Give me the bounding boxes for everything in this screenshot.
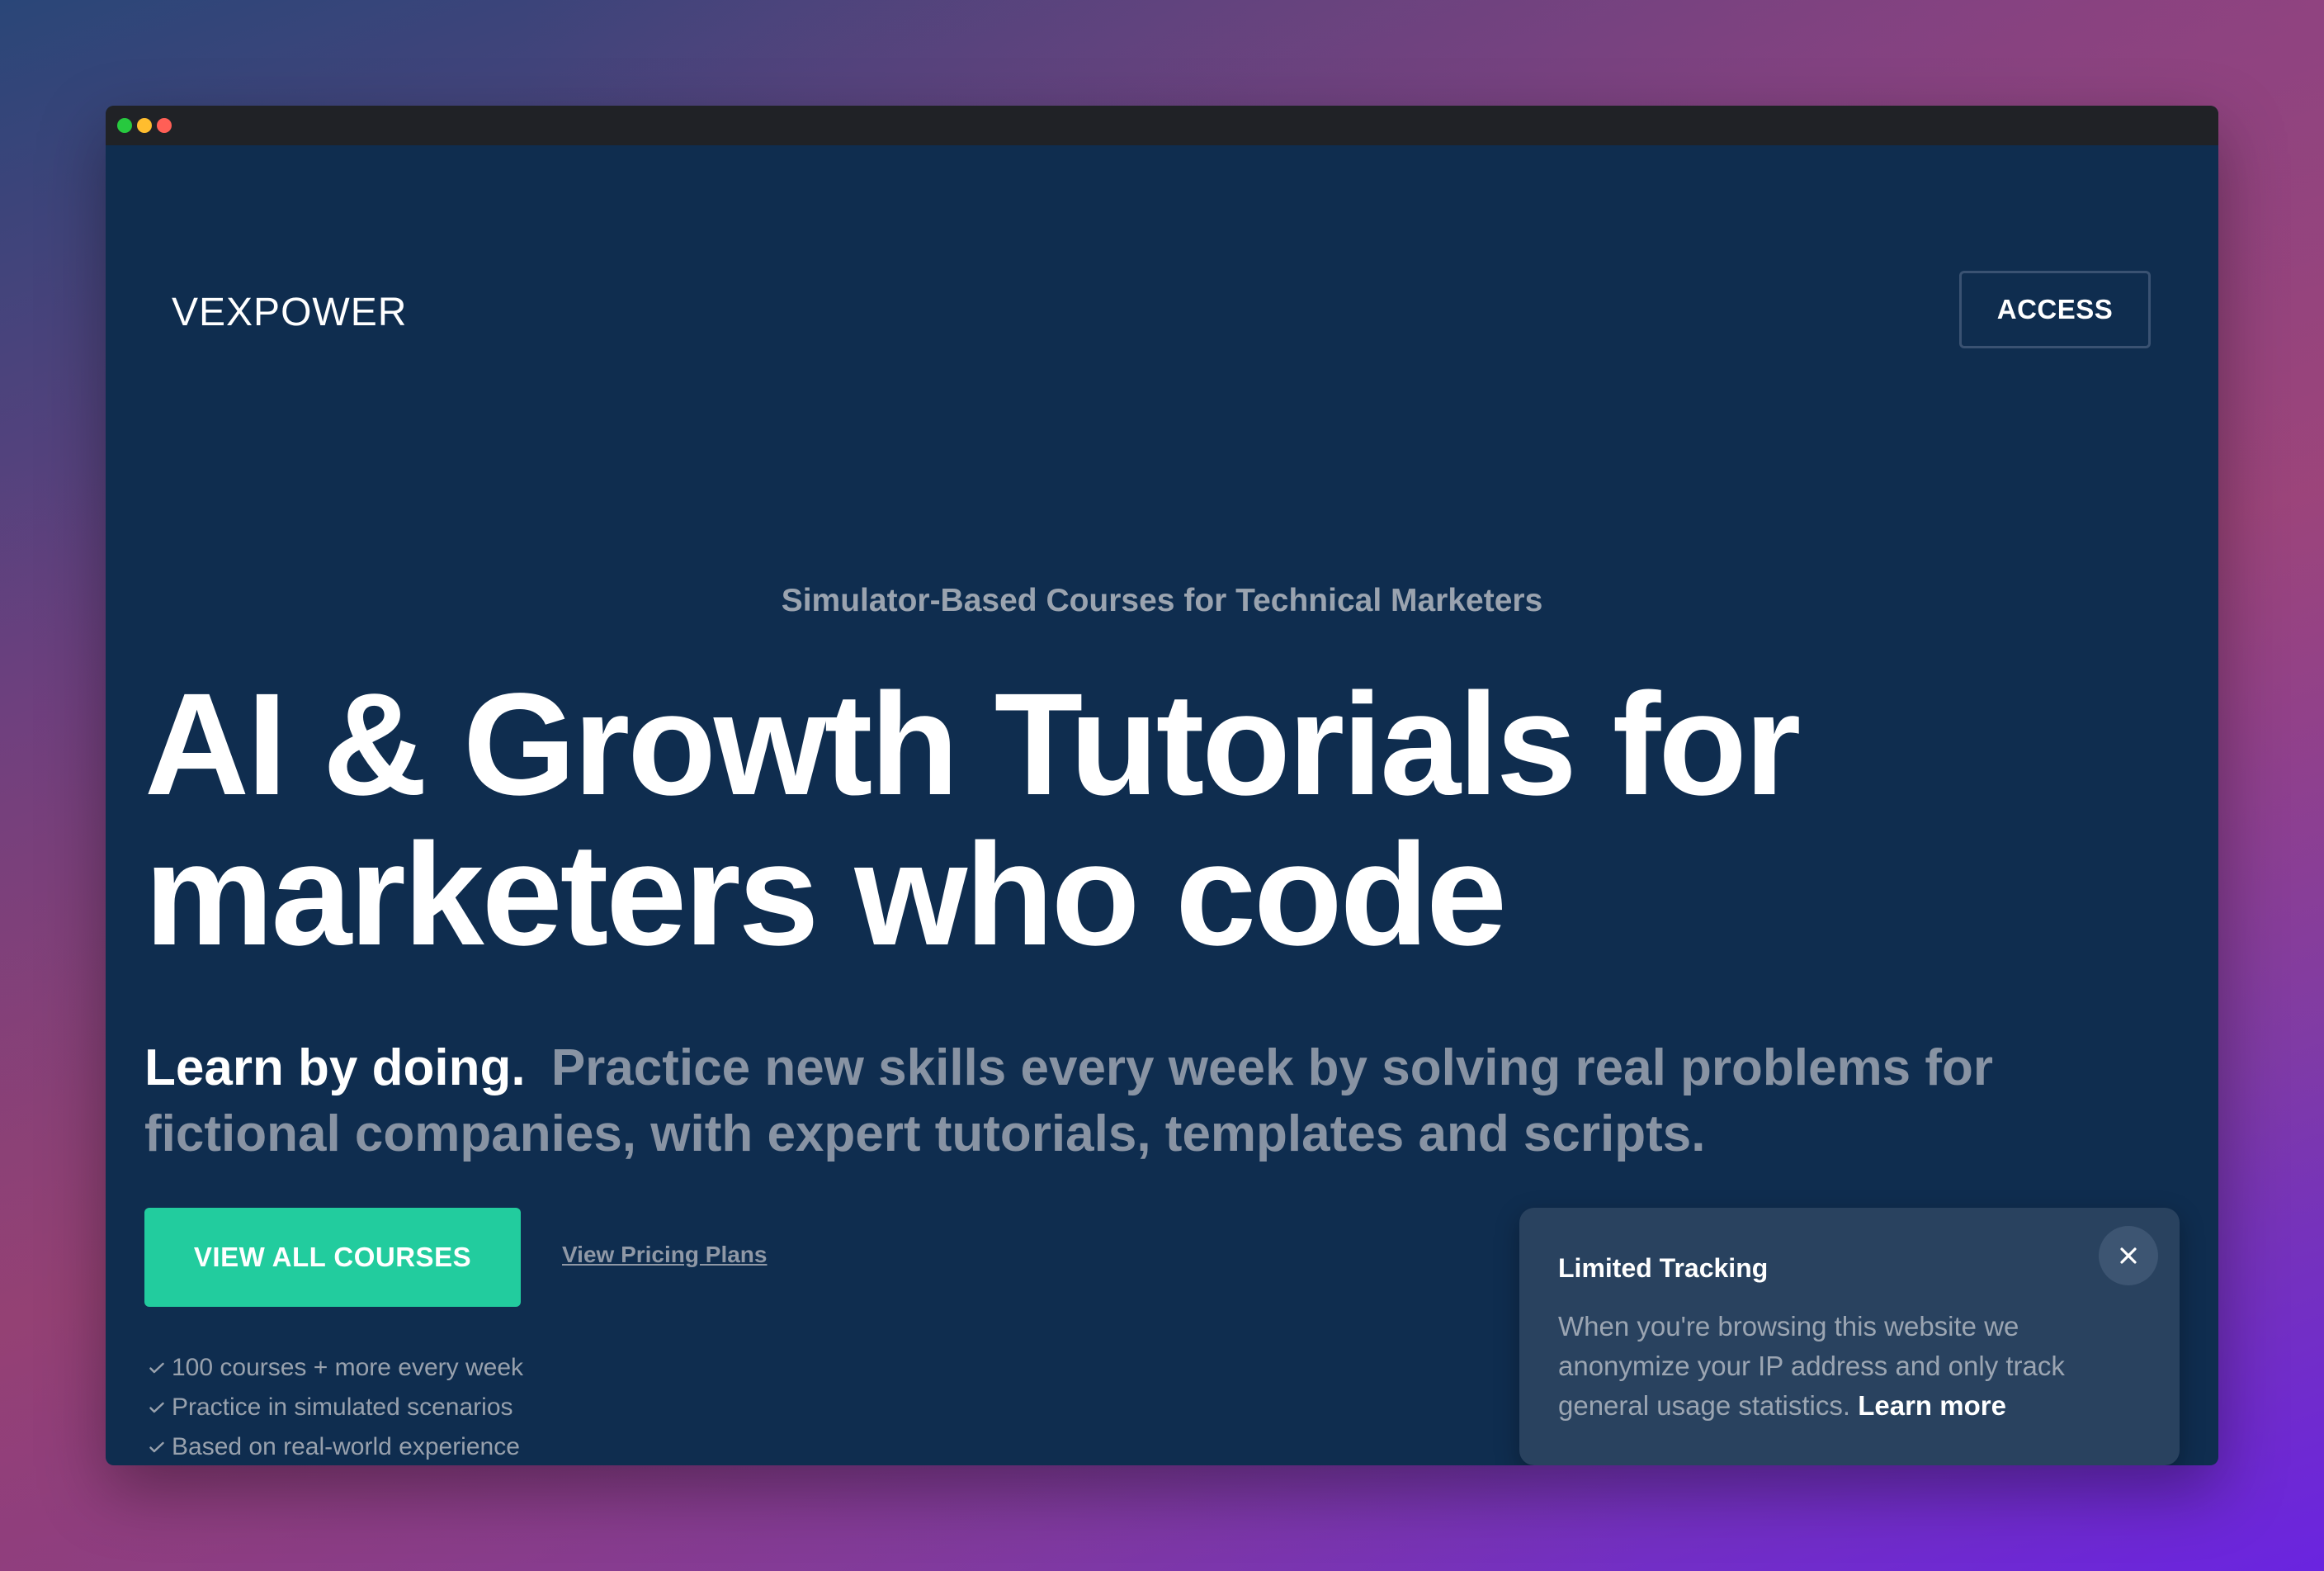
window-titlebar	[106, 106, 2218, 145]
subheadline-lead: Learn by doing.	[144, 1039, 526, 1096]
toast-title: Limited Tracking	[1558, 1253, 1769, 1283]
feature-list: 100 courses + more every week Practice i…	[144, 1348, 523, 1465]
check-icon	[149, 1362, 164, 1374]
check-icon	[149, 1402, 164, 1413]
feature-text: 100 courses + more every week	[172, 1354, 524, 1381]
feature-item: 100 courses + more every week	[144, 1348, 523, 1388]
check-icon	[149, 1441, 164, 1453]
site-logo[interactable]: VEXPOWER	[172, 290, 407, 335]
tracking-notice-toast: Limited Tracking When you're browsing th…	[1519, 1208, 2180, 1465]
hero-subheadline: Learn by doing. Practice new skills ever…	[144, 1035, 2125, 1167]
view-all-courses-button[interactable]: VIEW ALL COURSES	[144, 1208, 521, 1307]
feature-text: Based on real-world experience	[172, 1433, 520, 1460]
landing-page: VEXPOWER ACCESS Simulator-Based Courses …	[106, 145, 2218, 1465]
view-pricing-plans-link[interactable]: View Pricing Plans	[562, 1242, 767, 1268]
close-icon	[2120, 1247, 2137, 1264]
traffic-light-green[interactable]	[117, 118, 132, 133]
hero-kicker: Simulator-Based Courses for Technical Ma…	[781, 583, 1543, 618]
close-toast-button[interactable]	[2099, 1226, 2158, 1285]
toast-body: When you're browsing this website we ano…	[1558, 1307, 2136, 1426]
feature-item: Practice in simulated scenarios	[144, 1388, 523, 1427]
feature-item: Based on real-world experience	[144, 1427, 523, 1465]
traffic-light-red[interactable]	[157, 118, 172, 133]
traffic-light-yellow[interactable]	[137, 118, 152, 133]
headline-line-2: marketers who code	[144, 814, 1507, 976]
learn-more-link[interactable]: Learn more	[1858, 1390, 2006, 1421]
access-button[interactable]: ACCESS	[1959, 271, 2151, 348]
feature-text: Practice in simulated scenarios	[172, 1394, 513, 1421]
headline-line-1: AI & Growth Tutorials for	[144, 664, 1801, 826]
browser-window: VEXPOWER ACCESS Simulator-Based Courses …	[106, 106, 2218, 1465]
hero-headline: AI & Growth Tutorials for marketers who …	[144, 670, 2043, 970]
